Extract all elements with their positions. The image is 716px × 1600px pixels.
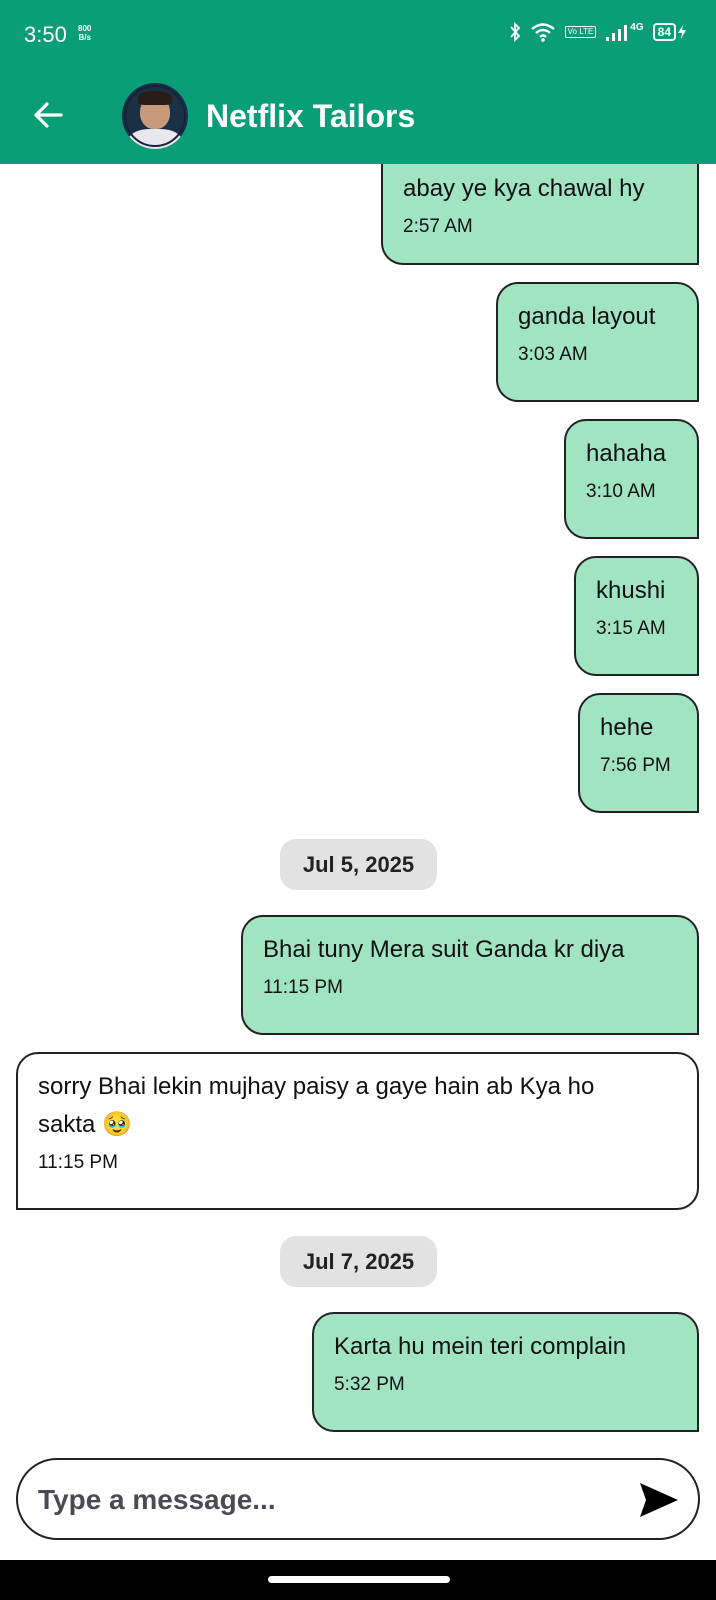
message-time: 5:32 PM bbox=[334, 1374, 405, 1395]
message-time: 11:15 PM bbox=[263, 977, 343, 998]
message-text: Bhai tuny Mera suit Ganda kr diya bbox=[263, 936, 625, 963]
message-bubble-outgoing[interactable]: Karta hu mein teri complain 5:32 PM bbox=[312, 1312, 699, 1432]
network-type: 4G bbox=[630, 21, 644, 33]
network-speed-value: 800 bbox=[78, 24, 92, 33]
volte-icon: Vo LTE bbox=[564, 26, 597, 38]
message-bubble-outgoing[interactable]: khushi 3:15 AM bbox=[574, 556, 699, 676]
message-bubble-incoming[interactable]: sorry Bhai lekin mujhay paisy a gaye hai… bbox=[16, 1052, 699, 1210]
message-text: Karta hu mein teri complain bbox=[334, 1333, 627, 1360]
battery-icon: 84 bbox=[652, 23, 676, 41]
message-bubble-outgoing[interactable]: ganda layout 3:03 AM bbox=[496, 282, 699, 402]
chat-title[interactable]: Netflix Tailors bbox=[206, 98, 415, 135]
status-icons: Vo LTE 4G 84 bbox=[509, 22, 686, 42]
message-text-line-1: sorry Bhai lekin mujhay paisy a gaye hai… bbox=[38, 1073, 595, 1100]
back-arrow-icon bbox=[34, 102, 63, 128]
status-time: 3:50 bbox=[24, 22, 67, 47]
message-time: 3:03 AM bbox=[518, 344, 588, 365]
message-text-line-2: sakta 🥹 bbox=[38, 1111, 132, 1138]
signal-icon bbox=[606, 25, 628, 41]
bluetooth-icon bbox=[509, 22, 520, 42]
wifi-icon bbox=[530, 23, 555, 42]
network-speed-unit: B/s bbox=[78, 33, 91, 42]
charging-icon bbox=[678, 25, 686, 39]
message-bubble-outgoing[interactable]: abay ye kya chawal hy 2:57 AM bbox=[381, 164, 699, 265]
message-time: 3:15 AM bbox=[596, 618, 666, 639]
app-bar: Netflix Tailors bbox=[0, 68, 716, 164]
message-text: abay ye kya chawal hy bbox=[403, 175, 645, 202]
message-text: sorry Bhai lekin mujhay paisy a gaye hai… bbox=[38, 1068, 677, 1144]
network-speed: 800 B/s bbox=[78, 24, 91, 42]
system-nav-bar bbox=[0, 1560, 716, 1600]
message-bubble-outgoing[interactable]: hehe 7:56 PM bbox=[578, 693, 699, 813]
send-icon bbox=[640, 1483, 678, 1517]
message-text: hahaha bbox=[586, 440, 667, 467]
date-separator: Jul 7, 2025 bbox=[280, 1236, 437, 1287]
message-time: 2:57 AM bbox=[403, 216, 473, 237]
message-time: 3:10 AM bbox=[586, 481, 656, 502]
message-text: khushi bbox=[596, 577, 666, 604]
send-button[interactable] bbox=[638, 1480, 680, 1520]
status-bar: 3:50 800 B/s Vo LTE 4G 84 bbox=[0, 0, 716, 68]
back-button[interactable] bbox=[28, 95, 68, 135]
message-time: 11:15 PM bbox=[38, 1152, 118, 1173]
message-bubble-outgoing[interactable]: Bhai tuny Mera suit Ganda kr diya 11:15 … bbox=[241, 915, 699, 1035]
avatar[interactable] bbox=[122, 83, 188, 149]
home-gesture-handle[interactable] bbox=[268, 1576, 450, 1583]
date-separator: Jul 5, 2025 bbox=[280, 839, 437, 890]
message-composer bbox=[16, 1458, 700, 1540]
message-time: 7:56 PM bbox=[600, 755, 671, 776]
message-bubble-outgoing[interactable]: hahaha 3:10 AM bbox=[564, 419, 699, 539]
message-input[interactable] bbox=[36, 1474, 600, 1526]
message-text: ganda layout bbox=[518, 303, 656, 330]
message-text: hehe bbox=[600, 714, 654, 741]
